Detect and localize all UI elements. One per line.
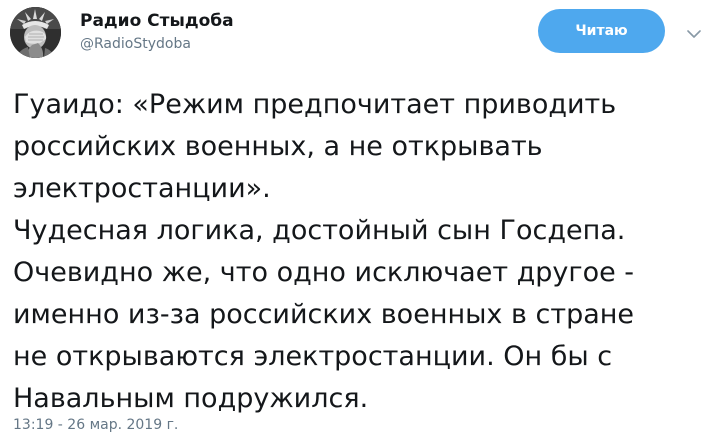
statue-of-liberty-avatar-icon (10, 7, 61, 58)
tweet-timestamp[interactable]: 13:19 - 26 мар. 2019 г. (13, 416, 178, 434)
tweet-text-line: Чудесная логика, достойный сын Госдепа. (13, 215, 626, 246)
avatar[interactable] (10, 7, 61, 58)
tweet-text-line: электростанции». (13, 173, 271, 204)
tweet-header: Радио Стыдоба @RadioStydoba Читаю (10, 7, 702, 59)
tweet-text-line: российских военных, а не открывать (13, 131, 543, 162)
tweet-text-line: Гуаидо: «Режим предпочитает приводить (13, 89, 617, 120)
tweet-text-line: Очевидно же, что одно исключает другое - (13, 257, 635, 288)
tweet-text-line: именно из-за российских военных в стране (13, 299, 635, 330)
chevron-down-icon[interactable] (687, 29, 701, 39)
display-name[interactable]: Радио Стыдоба (80, 10, 234, 32)
tweet-card: Радио Стыдоба @RadioStydoba Читаю Гуаидо… (0, 0, 712, 437)
account-names: Радио Стыдоба @RadioStydoba (80, 10, 234, 54)
following-button[interactable]: Читаю (538, 9, 665, 53)
tweet-text: Гуаидо: «Режим предпочитает приводить ро… (13, 84, 705, 420)
tweet-text-line: не открываются электростанции. Он бы с (13, 341, 613, 372)
tweet-text-line: Навальным подружился. (13, 383, 369, 414)
account-handle[interactable]: @RadioStydoba (80, 34, 234, 54)
